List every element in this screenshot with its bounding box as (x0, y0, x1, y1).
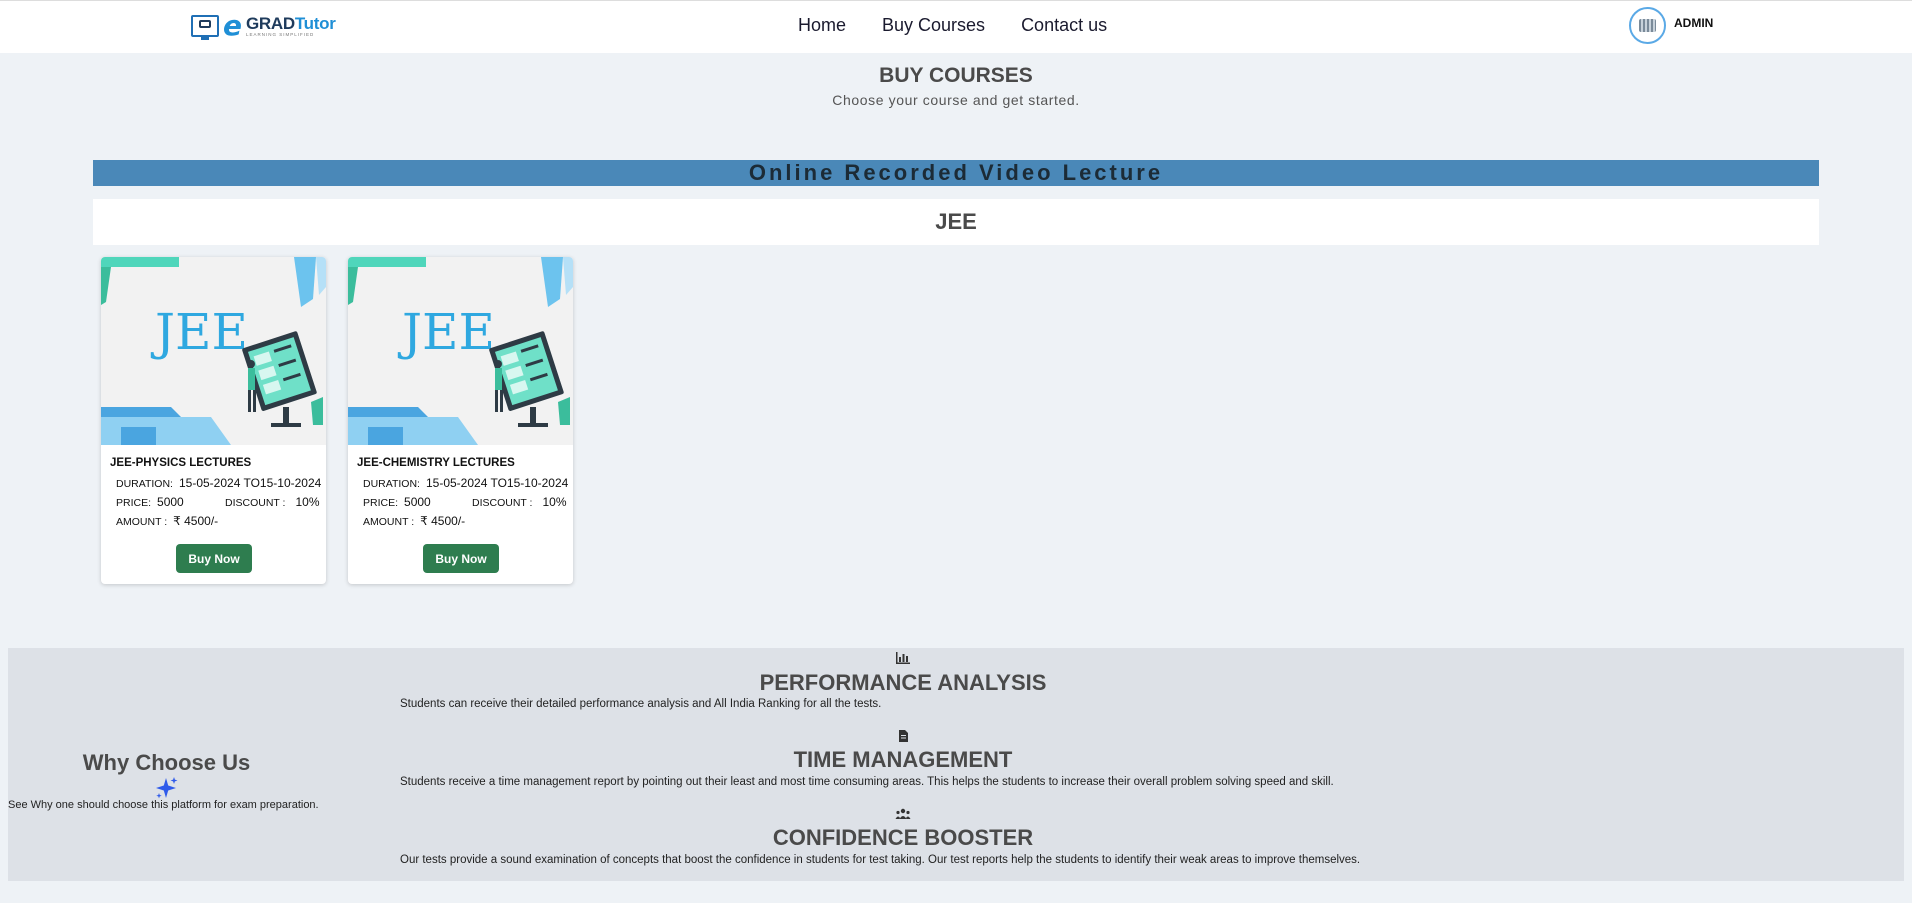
amount-value: ₹ 4500/- (173, 514, 219, 528)
page-title: BUY COURSES (879, 64, 1033, 87)
price-value: 5000 (404, 495, 431, 509)
discount-row: DISCOUNT : 10% (225, 495, 320, 509)
discount-label: DISCOUNT : (472, 497, 533, 509)
monitor-logo-icon (191, 15, 219, 40)
why-choose-us-section: Why Choose Us See Why one should choose … (8, 648, 1904, 881)
feature-title-confidence: CONFIDENCE BOOSTER (772, 825, 1034, 850)
price-row: PRICE: 5000 (363, 495, 431, 509)
user-name-label[interactable]: ADMIN (1674, 16, 1713, 30)
course-card: JEE JEE-CHEMISTRY LECTURES DURATION: 15-0… (348, 257, 573, 584)
feature-title-time: TIME MANAGEMENT (793, 747, 1013, 772)
duration-label: DURATION: (116, 478, 173, 490)
course-thumbnail: JEE (348, 257, 573, 445)
jee-illustration: JEE (348, 257, 573, 445)
duration-row: DURATION: 15-05-2024 TO15-10-2024 (363, 476, 568, 490)
logo-letter-e: e (223, 9, 242, 42)
feature-text-performance: Students can receive their detailed perf… (400, 698, 882, 710)
course-thumbnail: JEE (101, 257, 326, 445)
amount-value: ₹ 4500/- (420, 514, 466, 528)
price-row: PRICE: 5000 (116, 495, 184, 509)
buy-now-button[interactable]: Buy Now (423, 544, 499, 573)
duration-label: DURATION: (363, 478, 420, 490)
nav-home-link[interactable]: Home (798, 14, 846, 36)
buy-now-button[interactable]: Buy Now (176, 544, 252, 573)
course-name: JEE-CHEMISTRY LECTURES (357, 457, 515, 469)
logo-tagline: LEARNING SIMPLIFIED (246, 31, 315, 37)
sparkle-icon (156, 777, 178, 799)
why-choose-us-subtitle: See Why one should choose this platform … (8, 799, 319, 811)
amount-label: AMOUNT : (116, 516, 168, 528)
amount-row: AMOUNT : ₹ 4500/- (116, 514, 218, 528)
logo-tutor-text: Tutor (294, 13, 336, 33)
thumb-jee-text: JEE (150, 303, 248, 361)
amount-label: AMOUNT : (363, 516, 415, 528)
egradtutor-logo[interactable]: e GRADTutor LEARNING SIMPLIFIED (191, 9, 336, 42)
people-icon (895, 808, 911, 819)
logo-grad-text: GRAD (246, 13, 295, 33)
nav-buy-courses-link[interactable]: Buy Courses (882, 14, 985, 36)
avatar-image (1639, 19, 1656, 32)
discount-label: DISCOUNT : (225, 497, 286, 509)
feature-text-confidence: Our tests provide a sound examination of… (400, 854, 1361, 866)
category-heading: JEE (93, 199, 1819, 245)
feature-title-performance: PERFORMANCE ANALYSIS (759, 670, 1047, 695)
feature-text-time: Students receive a time management repor… (400, 776, 1334, 788)
page-subtitle: Choose your course and get started. (832, 92, 1080, 108)
main-nav: Home Buy Courses Contact us (798, 14, 1143, 36)
course-card: JEE JEE-PHYSICS LECTURES DURATION: 15-05-… (101, 257, 326, 584)
top-navbar: e GRADTutor LEARNING SIMPLIFIED Home Buy… (0, 0, 1912, 53)
jee-illustration: JEE (101, 257, 326, 445)
discount-row: DISCOUNT : 10% (472, 495, 567, 509)
duration-value: 15-05-2024 TO15-10-2024 (425, 476, 569, 490)
section-band-title: Online Recorded Video Lecture (93, 160, 1819, 186)
amount-row: AMOUNT : ₹ 4500/- (363, 514, 465, 528)
duration-value: 15-05-2024 TO15-10-2024 (178, 476, 322, 490)
discount-value: 10% (542, 495, 567, 509)
thumb-jee-text: JEE (397, 303, 495, 361)
document-icon (899, 730, 908, 742)
user-avatar[interactable] (1629, 7, 1666, 44)
discount-value: 10% (295, 495, 320, 509)
duration-row: DURATION: 15-05-2024 TO15-10-2024 (116, 476, 321, 490)
price-value: 5000 (157, 495, 184, 509)
course-name: JEE-PHYSICS LECTURES (110, 457, 252, 469)
bar-chart-icon (896, 652, 910, 664)
price-label: PRICE: (363, 497, 399, 509)
price-label: PRICE: (116, 497, 152, 509)
nav-contact-us-link[interactable]: Contact us (1021, 14, 1107, 36)
